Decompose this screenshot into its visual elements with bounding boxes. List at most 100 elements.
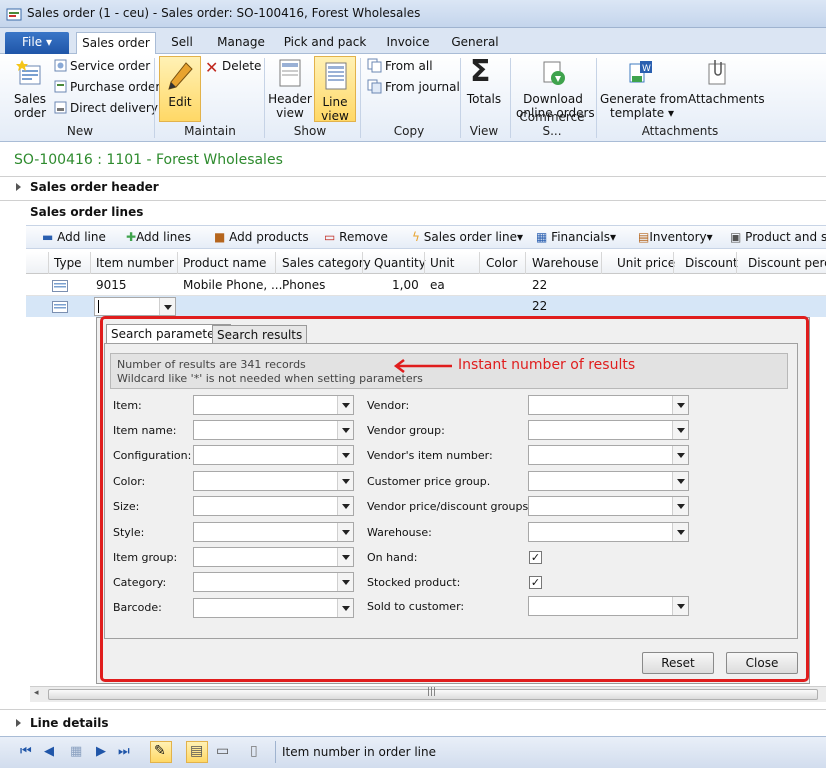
line-type-icon (52, 280, 68, 292)
direct-delivery-button[interactable]: Direct delivery (70, 101, 158, 115)
cell-sales-category: Phones (282, 278, 326, 292)
tab-file[interactable]: File ▾ (5, 32, 69, 54)
ribbon-divider (596, 58, 597, 138)
column-discount[interactable]: Discount (685, 256, 738, 270)
tab-invoice[interactable]: Invoice (380, 32, 436, 54)
window-title: Sales order (1 - ceu) - Sales order: SO-… (27, 6, 421, 20)
app-icon (6, 8, 22, 21)
column-sales-category[interactable]: Sales category (282, 256, 371, 270)
tab-general[interactable]: General (446, 32, 504, 54)
divider (275, 741, 276, 763)
group-show: Show (293, 124, 327, 138)
tab-sales-order[interactable]: Sales order (76, 32, 156, 54)
copy-from-journal-icon (367, 79, 382, 94)
column-warehouse[interactable]: Warehouse (532, 256, 599, 270)
financials-icon: ▦ (536, 230, 548, 244)
item-number-dropdown-arrow[interactable] (159, 298, 175, 315)
divider (0, 709, 826, 710)
tab-sell[interactable]: Sell (160, 32, 204, 54)
column-type[interactable]: Type (54, 256, 82, 270)
column-divider (424, 252, 425, 274)
document-icon[interactable]: ▯ (250, 743, 258, 759)
add-products-button[interactable]: ■ Add products (214, 230, 309, 244)
column-unit[interactable]: Unit (430, 256, 454, 270)
column-divider (177, 252, 178, 274)
divider (0, 200, 826, 201)
delete-button[interactable]: Delete (222, 59, 261, 73)
highlight-frame (100, 316, 809, 682)
from-journal-button[interactable]: From journal (385, 80, 460, 94)
expand-icon[interactable] (16, 183, 21, 191)
line-view-label-1: Line (322, 95, 348, 109)
edit-mode-button[interactable]: ✎ (150, 741, 172, 763)
column-discount-percent[interactable]: Discount perce (748, 256, 826, 270)
scroll-thumb[interactable]: ||| (48, 687, 818, 700)
cell-product-name: Mobile Phone, ... (183, 278, 283, 292)
table-row-active[interactable]: 22 (26, 296, 826, 317)
group-new: New (66, 124, 94, 138)
item-number-input[interactable] (94, 297, 176, 316)
column-color[interactable]: Color (486, 256, 517, 270)
horizontal-scrollbar[interactable]: ◂ ||| (30, 686, 826, 702)
column-product-name[interactable]: Product name (183, 256, 266, 270)
line-view-label-2: view (321, 109, 349, 123)
generate-label-2: template (609, 106, 665, 120)
previous-record-icon[interactable]: ◀ (44, 744, 54, 759)
tab-manage[interactable]: Manage (212, 32, 270, 54)
line-view-toggle[interactable]: ▤ (186, 741, 208, 763)
header-view-icon[interactable]: ▭ (216, 743, 229, 759)
next-record-icon[interactable]: ▶ (96, 744, 106, 759)
ribbon-divider (154, 58, 155, 138)
column-unit-price[interactable]: Unit price (617, 256, 675, 270)
sales-order-line-menu[interactable]: ϟ Sales order line▾ (412, 230, 523, 244)
add-line-button[interactable]: ▬ Add line (42, 230, 106, 244)
purchase-order-icon (54, 80, 67, 93)
from-all-button[interactable]: From all (385, 59, 433, 73)
purchase-order-button[interactable]: Purchase order (70, 80, 160, 94)
inventory-menu[interactable]: ▤Inventory▾ (638, 230, 713, 244)
expand-icon[interactable] (16, 719, 21, 727)
column-item-number[interactable]: Item number (96, 256, 174, 270)
header-view-icon (279, 59, 301, 87)
pencil-icon (168, 62, 193, 90)
lines-toolbar: ▬ Add line ✚Add lines ■ Add products ▭ R… (26, 225, 826, 249)
svg-text:W: W (642, 64, 651, 74)
section-sales-order-header[interactable]: Sales order header (30, 180, 159, 194)
edit-label: Edit (168, 95, 192, 109)
service-order-icon (54, 59, 67, 72)
ribbon: Sales order Service order Purchase order … (0, 54, 826, 142)
grip-icon: ||| (427, 687, 437, 697)
service-order-button[interactable]: Service order (70, 59, 150, 73)
edit-button[interactable]: Edit (159, 56, 201, 122)
group-maintain: Maintain (184, 124, 236, 138)
remove-button[interactable]: ▭ Remove (324, 230, 388, 244)
column-divider (479, 252, 480, 274)
cell-warehouse: 22 (532, 299, 548, 313)
record-title: SO-100416 : 1101 - Forest Wholesales (14, 152, 283, 168)
remove-icon: ▭ (324, 230, 336, 244)
cell-warehouse: 22 (532, 278, 548, 292)
tab-pick-and-pack[interactable]: Pick and pack (280, 32, 370, 54)
chevron-down-icon: ▾ (516, 230, 524, 244)
section-line-details[interactable]: Line details (30, 716, 109, 730)
paperclip-icon (708, 60, 726, 85)
scroll-left-icon[interactable]: ◂ (34, 688, 39, 698)
financials-menu[interactable]: ▦ Financials▾ (536, 230, 616, 244)
line-view-button[interactable]: Line view (314, 56, 356, 123)
column-quantity[interactable]: Quantity (374, 256, 426, 270)
table-row[interactable]: 9015 Mobile Phone, ... Phones 1,00 ea 22 (26, 275, 826, 296)
ribbon-tabs: File ▾ Sales order Sell Manage Pick and … (0, 28, 826, 54)
chevron-down-icon: ▾ (664, 106, 674, 120)
grid-icon[interactable]: ▦ (70, 744, 82, 759)
column-divider (525, 252, 526, 274)
copy-from-all-icon (367, 58, 382, 73)
column-divider (362, 252, 363, 274)
last-record-icon[interactable]: ⏭ (118, 744, 130, 759)
first-record-icon[interactable]: ⏮ (20, 744, 32, 759)
cell-item-number: 9015 (96, 278, 127, 292)
add-lines-button[interactable]: ✚Add lines (126, 230, 191, 244)
section-sales-order-lines[interactable]: Sales order lines (30, 205, 143, 219)
column-divider (673, 252, 674, 274)
product-menu[interactable]: ▣ Product and su (730, 230, 826, 244)
chevron-down-icon: ▾ (706, 230, 713, 244)
